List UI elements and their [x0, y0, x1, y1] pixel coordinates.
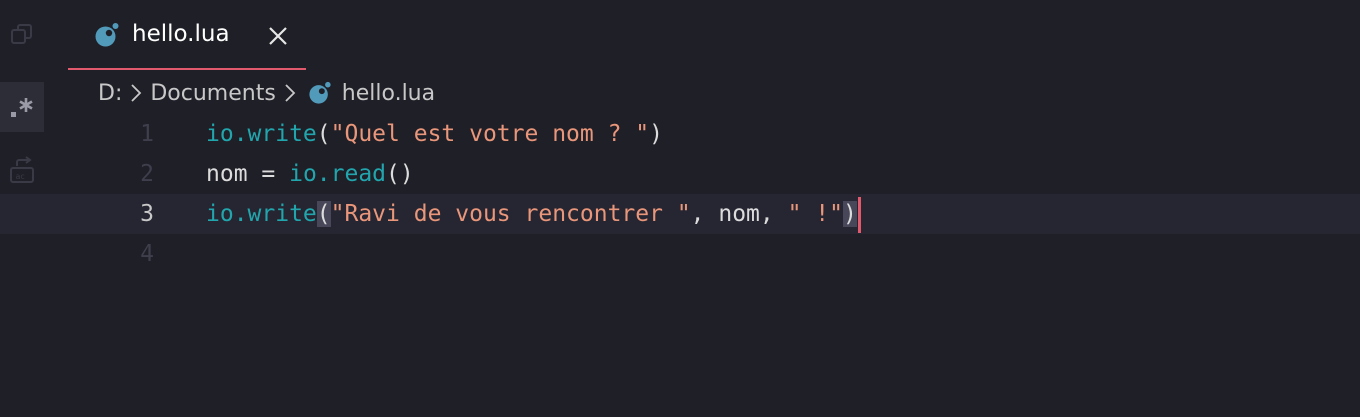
breadcrumb: D: Documents hello.lua: [98, 76, 435, 110]
line-number: 3: [140, 201, 154, 227]
breadcrumb-file[interactable]: hello.lua: [342, 81, 435, 106]
line-code[interactable]: nom = io.read(): [206, 154, 414, 194]
chevron-right-icon: [279, 82, 301, 104]
lua-file-icon: [94, 22, 120, 52]
text-cursor: [857, 196, 861, 233]
copy-icon[interactable]: [0, 10, 44, 60]
token-punctuation: (): [386, 161, 414, 187]
token-function: io.read: [289, 161, 387, 187]
token-string: "Quel est votre nom ? ": [330, 121, 650, 147]
lua-file-icon: [308, 81, 332, 105]
token-identifier: nom =: [206, 161, 290, 187]
code-line[interactable]: 4: [0, 234, 1360, 274]
line-code[interactable]: io.write("Quel est votre nom ? "): [206, 114, 663, 154]
tab-bar: hello.lua: [44, 0, 1360, 70]
editor-window: ac hello.lua D: Documents hello.lua 1 io…: [0, 0, 1360, 417]
token-function: io.write: [206, 201, 317, 227]
token-string: "Ravi de vous rencontrer ": [330, 201, 691, 227]
tab-label: hello.lua: [132, 21, 230, 47]
line-number: 4: [140, 241, 154, 267]
matched-bracket-close: ): [843, 201, 857, 227]
code-editor[interactable]: 1 io.write("Quel est votre nom ? ") 2 no…: [0, 114, 1360, 417]
token-string: " !": [787, 201, 843, 227]
current-code-line[interactable]: 3 io.write("Ravi de vous rencontrer ", n…: [0, 194, 1360, 234]
breadcrumb-documents[interactable]: Documents: [150, 81, 275, 106]
code-line[interactable]: 1 io.write("Quel est votre nom ? "): [0, 114, 1360, 154]
line-code[interactable]: io.write("Ravi de vous rencontrer ", nom…: [206, 194, 861, 234]
token-punctuation: ): [649, 121, 663, 147]
token-punctuation: , nom,: [690, 201, 788, 227]
code-line[interactable]: 2 nom = io.read(): [0, 154, 1360, 194]
matched-bracket-open: (: [316, 201, 331, 227]
chevron-right-icon: [125, 82, 147, 104]
token-punctuation: (: [316, 121, 331, 147]
tab-hello-lua[interactable]: hello.lua: [68, 0, 306, 70]
line-number: 2: [140, 161, 154, 187]
token-function: io.write: [206, 121, 317, 147]
line-number: 1: [140, 121, 154, 147]
close-icon[interactable]: [266, 24, 290, 48]
breadcrumb-drive[interactable]: D:: [98, 81, 122, 106]
